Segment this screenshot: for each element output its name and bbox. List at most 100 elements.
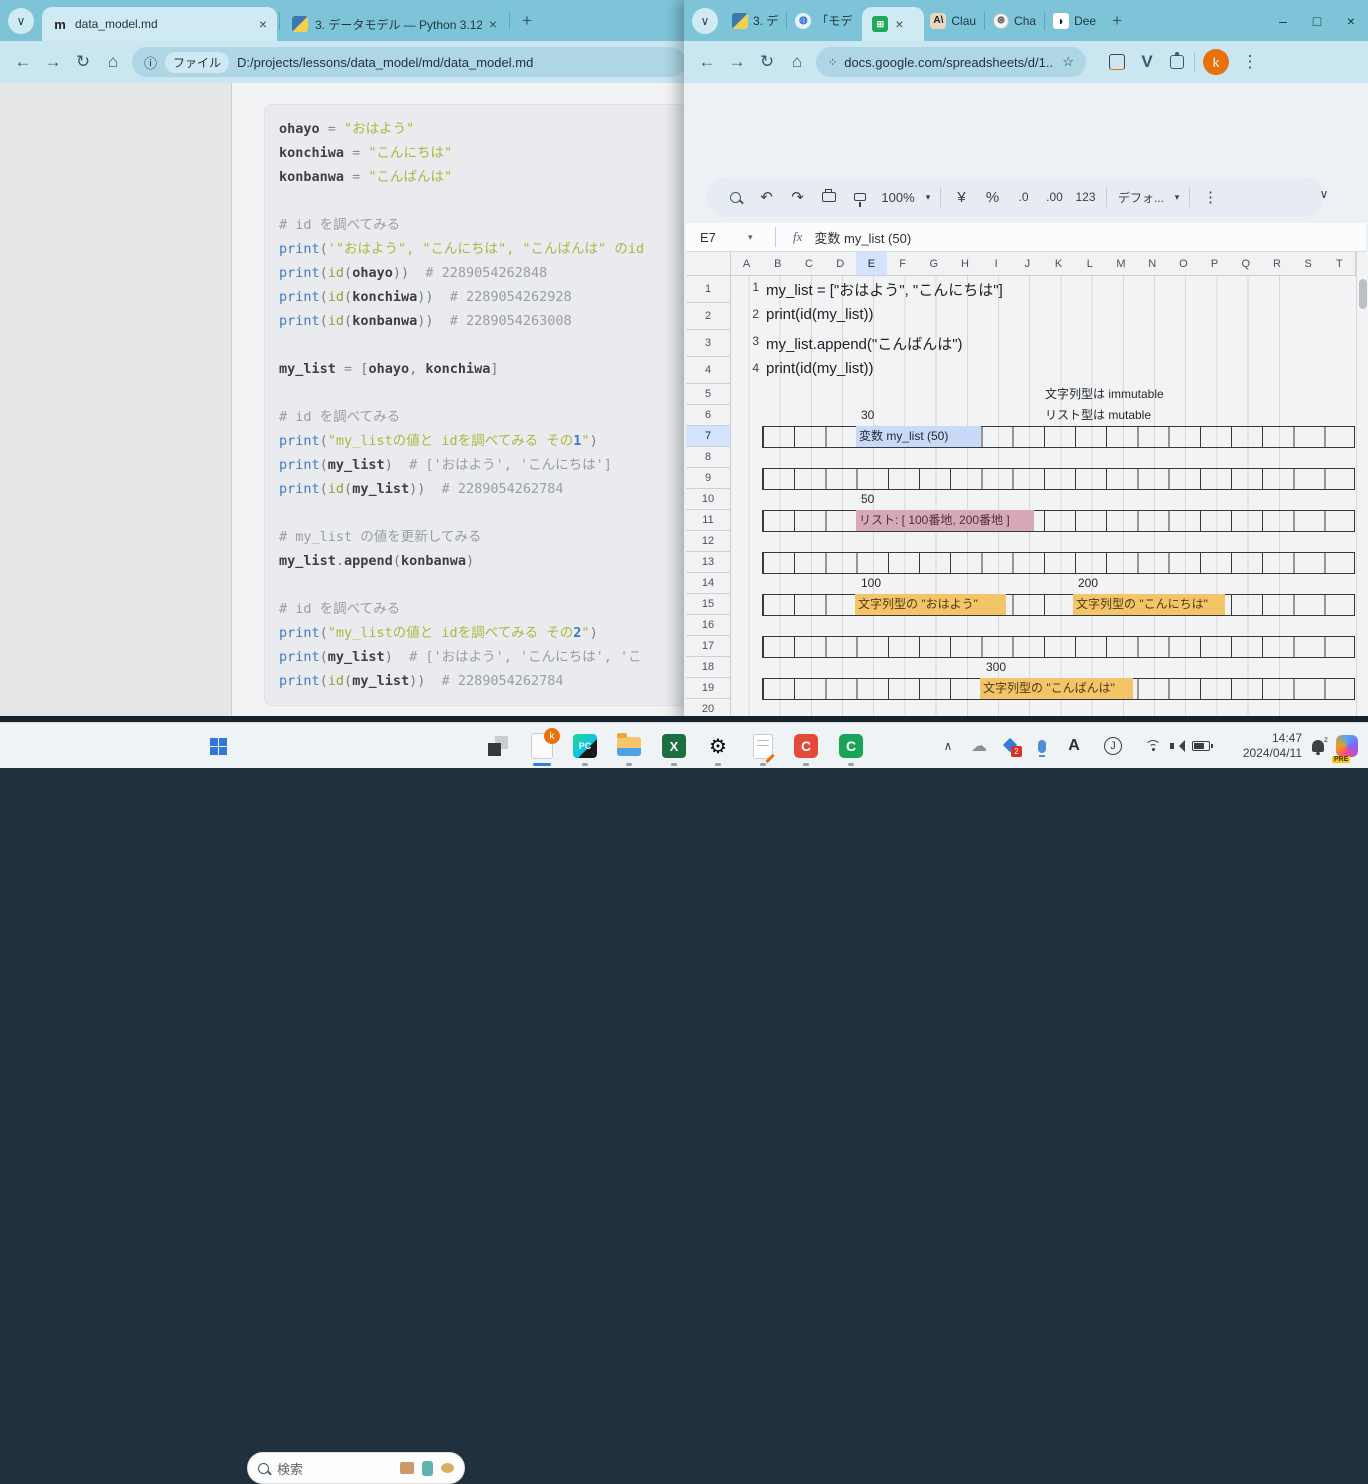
reload-icon[interactable]: ↻ xyxy=(68,47,98,77)
minimize-button[interactable]: – xyxy=(1266,6,1300,36)
close-tab-icon[interactable]: × xyxy=(489,16,497,32)
font-select[interactable]: デフォ... xyxy=(1112,189,1170,206)
microphone-icon[interactable] xyxy=(1030,723,1054,769)
addr-50[interactable]: 50 xyxy=(861,489,874,510)
sheets-extension-icon[interactable] xyxy=(1102,47,1132,77)
info-icon[interactable]: ⓘ xyxy=(144,53,157,72)
collapse-toolbar-icon[interactable]: ∨ xyxy=(1314,187,1334,207)
formula-value[interactable]: 変数 my_list (50) xyxy=(814,228,911,247)
column-header-C[interactable]: C xyxy=(793,252,825,276)
row-header-7[interactable]: 7 xyxy=(686,426,731,447)
new-tab-button[interactable]: + xyxy=(512,6,542,36)
vue-extension-icon[interactable]: V xyxy=(1132,47,1162,77)
search-icon[interactable] xyxy=(720,192,751,203)
maximize-button[interactable]: □ xyxy=(1300,6,1334,36)
battery-icon[interactable] xyxy=(1188,723,1214,769)
column-header-I[interactable]: I xyxy=(981,252,1013,276)
column-header-P[interactable]: P xyxy=(1199,252,1231,276)
dropbox-icon[interactable]: 2 xyxy=(997,723,1023,769)
file-explorer-icon[interactable] xyxy=(614,731,644,761)
column-header-S[interactable]: S xyxy=(1293,252,1325,276)
column-header-R[interactable]: R xyxy=(1261,252,1293,276)
cell-line-number-4[interactable]: 4 xyxy=(735,361,759,375)
tab-search-chevron-icon[interactable]: ∨ xyxy=(8,8,34,34)
name-box-caret-icon[interactable]: ▾ xyxy=(748,232,770,243)
row-header-14[interactable]: 14 xyxy=(686,573,731,594)
tab-python-doc[interactable]: 3. データモデル — Python 3.12.3 × xyxy=(282,7,507,41)
column-header-G[interactable]: G xyxy=(918,252,950,276)
column-header-Q[interactable]: Q xyxy=(1230,252,1262,276)
url-text[interactable]: D:/projects/lessons/data_model/md/data_m… xyxy=(237,55,533,70)
back-icon[interactable]: ← xyxy=(692,47,722,77)
spreadsheet-grid[interactable]: ABCDEFGHIJKLMNOPQRST12345678910111213141… xyxy=(686,252,1356,722)
taskbar-search-input[interactable]: 検索 xyxy=(247,1452,465,1484)
note-mutable[interactable]: リスト型は mutable xyxy=(1045,405,1151,426)
redo-icon[interactable]: ↷ xyxy=(782,188,813,206)
zoom-select[interactable]: 100% xyxy=(875,190,921,205)
row-header-13[interactable]: 13 xyxy=(686,552,731,573)
browser-window-button[interactable]: k xyxy=(527,731,557,761)
row-header-1[interactable]: 1 xyxy=(686,276,731,303)
row-header-9[interactable]: 9 xyxy=(686,468,731,489)
camtasia-icon[interactable]: C xyxy=(836,731,866,761)
column-header-T[interactable]: T xyxy=(1324,252,1356,276)
tab-google-sheets[interactable]: ⊞ × xyxy=(862,7,924,41)
row-header-4[interactable]: 4 xyxy=(686,357,731,384)
number-format-button[interactable]: 123 xyxy=(1070,190,1101,204)
excel-icon[interactable]: X xyxy=(659,731,689,761)
undo-icon[interactable]: ↶ xyxy=(751,188,782,206)
wifi-icon[interactable] xyxy=(1140,723,1166,769)
cell-code-row-3[interactable]: my_list.append("こんばんは") xyxy=(766,333,963,354)
home-icon[interactable]: ⌂ xyxy=(98,47,128,77)
tab-deepl[interactable]: ◗ Dee xyxy=(1047,13,1102,29)
row-header-2[interactable]: 2 xyxy=(686,303,731,330)
back-icon[interactable]: ← xyxy=(8,47,38,77)
search-highlight-luggage-icon[interactable] xyxy=(422,1461,433,1476)
column-header-O[interactable]: O xyxy=(1168,252,1200,276)
column-header-M[interactable]: M xyxy=(1105,252,1137,276)
str-ohayo[interactable]: 文字列型の "おはよう" xyxy=(855,594,1006,615)
notification-bell-icon[interactable]: z xyxy=(1306,723,1330,769)
str-konnichiwa[interactable]: 文字列型の "こんにちは" xyxy=(1073,594,1225,615)
cell-code-row-1[interactable]: my_list = ["おはよう", "こんにちは"] xyxy=(766,279,1003,300)
column-header-B[interactable]: B xyxy=(762,252,794,276)
cell-code-row-2[interactable]: print(id(my_list)) xyxy=(766,306,874,323)
column-header-N[interactable]: N xyxy=(1137,252,1169,276)
tab-data-model[interactable]: m data_model.md × xyxy=(42,7,277,41)
row-header-8[interactable]: 8 xyxy=(686,447,731,468)
search-highlight-book-icon[interactable] xyxy=(400,1462,414,1474)
row-header-10[interactable]: 10 xyxy=(686,489,731,510)
url-text[interactable]: docs.google.com/spreadsheets/d/1... xyxy=(844,55,1054,70)
tab-model[interactable]: ◍ 「モデ xyxy=(789,12,858,29)
row-header-15[interactable]: 15 xyxy=(686,594,731,615)
print-icon[interactable] xyxy=(813,192,844,202)
column-header-K[interactable]: K xyxy=(1043,252,1075,276)
cell-code-row-4[interactable]: print(id(my_list)) xyxy=(766,360,874,377)
file-scheme-chip[interactable]: ファイル xyxy=(165,52,229,73)
increase-decimal-button[interactable]: .00 xyxy=(1039,190,1070,204)
addr-300[interactable]: 300 xyxy=(986,657,1006,678)
corner-select-all[interactable] xyxy=(686,252,731,276)
copilot-icon[interactable]: PRE xyxy=(1332,723,1362,769)
column-header-H[interactable]: H xyxy=(949,252,981,276)
profile-avatar[interactable]: k xyxy=(1203,49,1229,75)
zoom-caret-icon[interactable]: ▾ xyxy=(921,192,935,203)
format-percent-button[interactable]: % xyxy=(977,189,1008,206)
tab-chatgpt[interactable]: ⊛ Cha xyxy=(987,13,1042,29)
cell-line-number-2[interactable]: 2 xyxy=(735,307,759,321)
row-header-18[interactable]: 18 xyxy=(686,657,731,678)
row-header-16[interactable]: 16 xyxy=(686,615,731,636)
str-konbanwa[interactable]: 文字列型の "こんばんは" xyxy=(980,678,1133,699)
pycharm-icon[interactable]: PC xyxy=(570,731,600,761)
row-header-17[interactable]: 17 xyxy=(686,636,731,657)
column-header-D[interactable]: D xyxy=(825,252,857,276)
column-header-F[interactable]: F xyxy=(887,252,919,276)
addr-30[interactable]: 30 xyxy=(861,405,874,426)
extensions-puzzle-icon[interactable] xyxy=(1162,47,1192,77)
row-header-6[interactable]: 6 xyxy=(686,405,731,426)
addr-100[interactable]: 100 xyxy=(861,573,881,594)
settings-gear-icon[interactable]: ⚙ xyxy=(703,731,733,761)
onedrive-cloud-icon[interactable]: ☁ xyxy=(966,723,992,769)
row-header-11[interactable]: 11 xyxy=(686,510,731,531)
cell-line-number-3[interactable]: 3 xyxy=(735,334,759,348)
